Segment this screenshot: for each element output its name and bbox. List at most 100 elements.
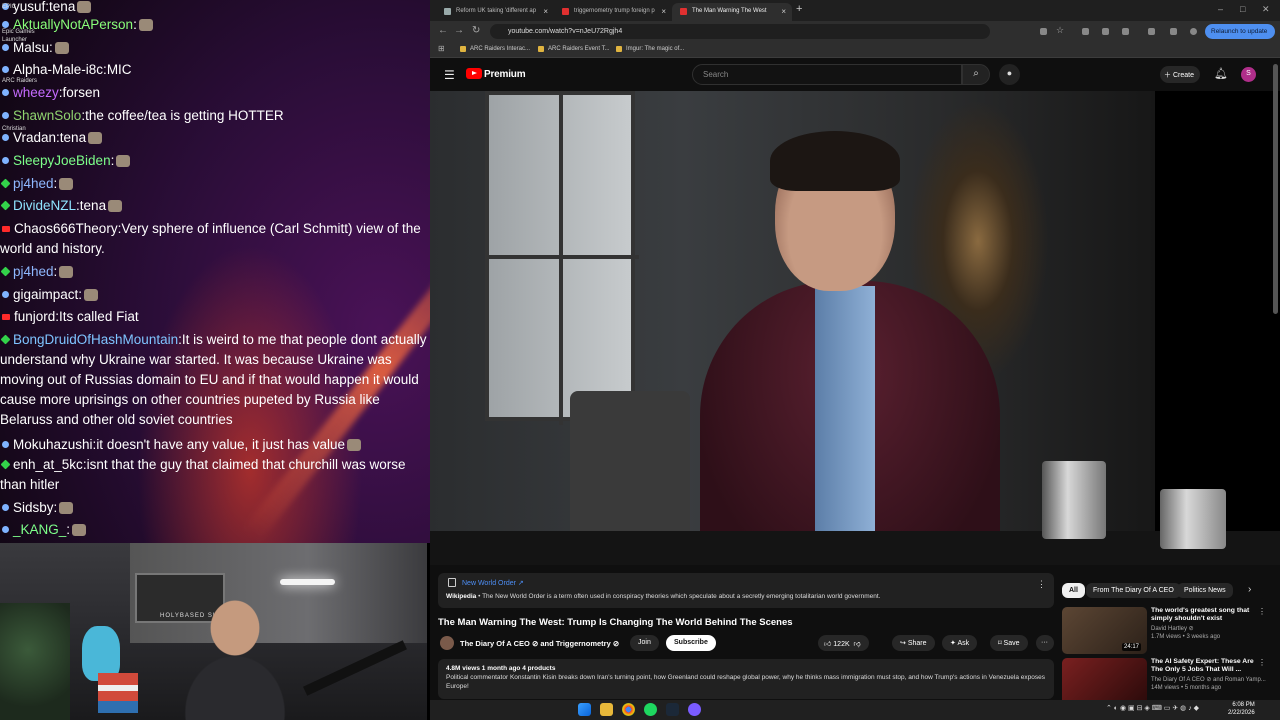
related-video-title[interactable]: The AI Safety Expert: These Are The Only… xyxy=(1151,658,1261,674)
chat-message: AktuallyNotAPerson: xyxy=(0,15,428,35)
bookmark-star-icon[interactable]: ☆ xyxy=(1056,25,1064,36)
reload-icon[interactable]: ↻ xyxy=(472,25,480,36)
bookmark-item[interactable]: ARC Raiders Interac... xyxy=(460,46,530,52)
more-actions-button[interactable]: ··· xyxy=(1036,635,1054,651)
search-icon[interactable]: ⌕ xyxy=(962,64,990,85)
description-box[interactable]: 4.8M views 1 month ago 4 products Politi… xyxy=(438,659,1054,699)
youtube-logo-icon[interactable] xyxy=(466,68,482,79)
related-video-title[interactable]: The world's greatest song that simply sh… xyxy=(1151,607,1261,623)
bookmark-item[interactable]: Imgur: The magic of... xyxy=(616,46,684,52)
system-tray[interactable]: ⌃ ◐ ◉ ▣ ⊟ ◈ ⌨ ▭ ✈ ◍ ♪ ◆ xyxy=(1106,704,1199,712)
chevron-right-icon[interactable]: › xyxy=(1248,584,1251,595)
apps-grid-icon[interactable]: ⊞ xyxy=(438,44,445,53)
related-video-channel[interactable]: The Diary Of A CEO ⊘ and Roman Yamp... xyxy=(1151,676,1266,683)
chat-username[interactable]: enh_at_5kc xyxy=(13,457,83,472)
chip-from-channel[interactable]: From The Diary Of A CEO xyxy=(1086,583,1181,598)
close-window-icon[interactable]: ✕ xyxy=(1262,4,1270,15)
chat-badge-icon xyxy=(2,21,9,29)
chat-username[interactable]: Chaos666Theory xyxy=(14,221,118,236)
like-button[interactable]: 👍︎ 122K 👎︎ xyxy=(818,635,869,651)
close-tab-icon[interactable]: × xyxy=(781,7,786,16)
extension-icon[interactable] xyxy=(1102,28,1109,35)
chat-message: BongDruidOfHashMountain:It is weird to m… xyxy=(0,330,428,430)
chip-politics-news[interactable]: Politics News xyxy=(1177,583,1233,598)
join-button[interactable]: Join xyxy=(630,635,659,651)
app-icon[interactable] xyxy=(688,703,701,716)
close-tab-icon[interactable]: × xyxy=(543,7,548,16)
system-clock[interactable]: 6:08 PM 2/22/2026 xyxy=(1228,701,1255,717)
video-player[interactable] xyxy=(430,91,1280,565)
maximize-icon[interactable]: □ xyxy=(1240,4,1245,14)
channel-avatar[interactable] xyxy=(440,636,454,650)
info-panel-title[interactable]: New World Order ↗ xyxy=(462,579,524,587)
extension-icon[interactable] xyxy=(1122,28,1129,35)
forward-icon[interactable]: → xyxy=(454,25,464,36)
extension-icon[interactable] xyxy=(1082,28,1089,35)
file-explorer-icon[interactable] xyxy=(600,703,613,716)
create-button[interactable]: ＋ Create xyxy=(1160,66,1200,83)
ask-button[interactable]: ✦ Ask xyxy=(942,635,978,651)
more-vert-icon[interactable]: ⋮ xyxy=(1258,658,1266,667)
bookmark-item[interactable]: ARC Raiders Event T... xyxy=(538,46,610,52)
page-scrollbar[interactable] xyxy=(1273,64,1278,314)
chat-username[interactable]: SleepyJoeBiden xyxy=(13,153,111,168)
related-video[interactable]: 24:17 The world's greatest song that sim… xyxy=(1062,607,1272,655)
share-button[interactable]: ↪ Share xyxy=(892,635,935,651)
chat-username[interactable]: ShawnSolo xyxy=(13,108,81,123)
menu-icon[interactable]: ☰ xyxy=(444,68,455,82)
notifications-icon[interactable]: 🔔︎ xyxy=(1214,67,1228,80)
chat-username[interactable]: wheezy xyxy=(13,85,59,100)
account-avatar[interactable]: S xyxy=(1241,67,1256,82)
chat-username[interactable]: funjord xyxy=(14,309,55,324)
chat-username[interactable]: Alpha-Male-i8c xyxy=(13,62,103,77)
more-vert-icon[interactable]: ⋮ xyxy=(1258,607,1266,616)
relaunch-to-update-button[interactable]: Relaunch to update xyxy=(1205,24,1275,39)
subscribe-button[interactable]: Subscribe xyxy=(666,635,716,651)
voice-search-icon[interactable]: ● xyxy=(999,64,1020,85)
chat-badge-icon xyxy=(0,459,11,470)
chat-username[interactable]: Sidsby xyxy=(13,500,54,515)
profile-icon[interactable] xyxy=(1190,28,1197,35)
chat-username[interactable]: BongDruidOfHashMountain xyxy=(13,332,178,347)
chat-username[interactable]: Mokuhazushi xyxy=(13,437,93,452)
windows-taskbar: ⌃ ◐ ◉ ▣ ⊟ ◈ ⌨ ▭ ✈ ◍ ♪ ◆ 6:08 PM 2/22/202… xyxy=(430,700,1280,720)
chip-all[interactable]: All xyxy=(1062,583,1085,598)
back-icon[interactable]: ← xyxy=(438,25,448,36)
close-tab-icon[interactable]: × xyxy=(661,7,666,16)
stream-chat: yusuf:tena AktuallyNotAPerson: Malsu: Alpha… xyxy=(0,0,430,543)
desktop-icon-christian[interactable]: Christian xyxy=(2,126,26,133)
related-video-channel[interactable]: David Hartley ⊘ xyxy=(1151,625,1194,632)
desktop-icon-arc-raiders[interactable]: ARC Raiders xyxy=(2,78,37,85)
chat-emote-icon xyxy=(59,178,74,191)
search-input[interactable]: Search xyxy=(692,64,962,85)
info-panel[interactable]: New World Order ↗ Wikipedia • The New Wo… xyxy=(438,573,1054,608)
chat-username[interactable]: pj4hed xyxy=(13,264,54,279)
new-tab-button[interactable]: + xyxy=(796,3,802,15)
desktop-icon-epic[interactable]: EPIC xyxy=(2,4,16,11)
install-icon[interactable] xyxy=(1040,28,1047,35)
download-icon[interactable] xyxy=(1170,28,1177,35)
related-video[interactable]: The AI Safety Expert: These Are The Only… xyxy=(1062,658,1272,700)
sidebar-icon[interactable] xyxy=(1148,28,1155,35)
more-vert-icon[interactable]: ⋮ xyxy=(1037,579,1046,590)
steam-icon[interactable] xyxy=(666,703,679,716)
chat-username[interactable]: gigaimpact xyxy=(13,287,78,302)
browser-tab-2[interactable]: triggernometry trump foreign p × xyxy=(554,3,672,21)
chrome-icon[interactable] xyxy=(622,703,635,716)
minimize-icon[interactable]: – xyxy=(1218,4,1223,14)
save-button[interactable]: ⌑ Save xyxy=(990,635,1028,651)
chat-username[interactable]: yusuf xyxy=(13,0,45,14)
chat-text: forsen xyxy=(62,85,101,100)
browser-tab-1[interactable]: Reform UK taking 'different ap × xyxy=(436,3,554,21)
chat-username[interactable]: _KANG_ xyxy=(13,522,66,537)
spotify-icon[interactable] xyxy=(644,703,657,716)
chat-username[interactable]: DivideNZL xyxy=(13,198,76,213)
browser-tab-3[interactable]: The Man Warning The West × xyxy=(672,3,792,21)
thumbs-down-icon[interactable]: 👎︎ xyxy=(852,641,861,648)
url-field[interactable]: youtube.com/watch?v=nJeU72Rgjh4 xyxy=(490,24,990,39)
channel-name[interactable]: The Diary Of A CEO ⊘ and Triggernometry … xyxy=(460,639,619,648)
youtube-premium-text[interactable]: Premium xyxy=(484,69,526,80)
start-menu-icon[interactable] xyxy=(578,703,591,716)
video-thumbnail[interactable] xyxy=(1062,658,1147,700)
chat-username[interactable]: pj4hed xyxy=(13,176,54,191)
